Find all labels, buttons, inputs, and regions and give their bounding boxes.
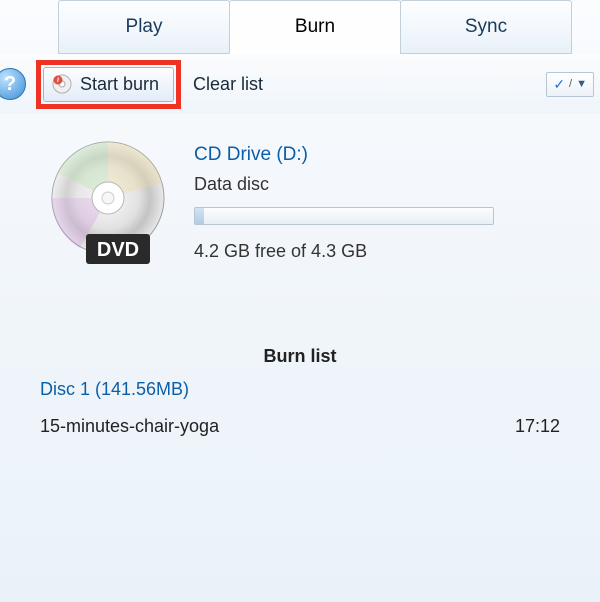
start-burn-button[interactable]: Start burn — [43, 67, 174, 102]
tab-sync[interactable]: Sync — [400, 0, 572, 54]
chevron-down-icon: ▼ — [576, 78, 587, 90]
svg-text:DVD: DVD — [97, 239, 139, 261]
track-duration: 17:12 — [515, 416, 560, 437]
dvd-disc-icon: DVD — [40, 138, 176, 274]
free-space-label: 4.2 GB free of 4.3 GB — [194, 241, 494, 262]
start-burn-label: Start burn — [80, 74, 159, 95]
list-item[interactable]: 15-minutes-chair-yoga 17:12 — [0, 410, 600, 443]
track-name: 15-minutes-chair-yoga — [40, 416, 219, 437]
clear-list-button[interactable]: Clear list — [193, 74, 263, 95]
tab-bar: Play Burn Sync — [0, 0, 600, 54]
tab-play[interactable]: Play — [58, 0, 230, 54]
disc-title[interactable]: Disc 1 (141.56MB) — [0, 367, 600, 410]
annotation-highlight: Start burn — [36, 60, 181, 109]
check-icon: ✓ — [553, 76, 565, 93]
toolbar: ? Start burn Clear list ✓ / ▼ — [0, 54, 600, 114]
drive-info-section: DVD CD Drive (D:) Data disc 4.2 GB free … — [0, 114, 600, 274]
disc-usage-fill — [195, 208, 204, 224]
drive-details: CD Drive (D:) Data disc 4.2 GB free of 4… — [194, 138, 494, 274]
drive-title[interactable]: CD Drive (D:) — [194, 144, 494, 166]
help-icon[interactable]: ? — [0, 68, 26, 100]
disc-usage-bar — [194, 207, 494, 225]
disc-type-label: Data disc — [194, 174, 494, 195]
list-options-dropdown[interactable]: ✓ / ▼ — [546, 72, 594, 97]
pen-icon: / — [569, 78, 572, 90]
burn-disc-icon — [52, 74, 72, 94]
burn-list-header: Burn list — [0, 346, 600, 367]
tab-burn[interactable]: Burn — [229, 0, 401, 54]
